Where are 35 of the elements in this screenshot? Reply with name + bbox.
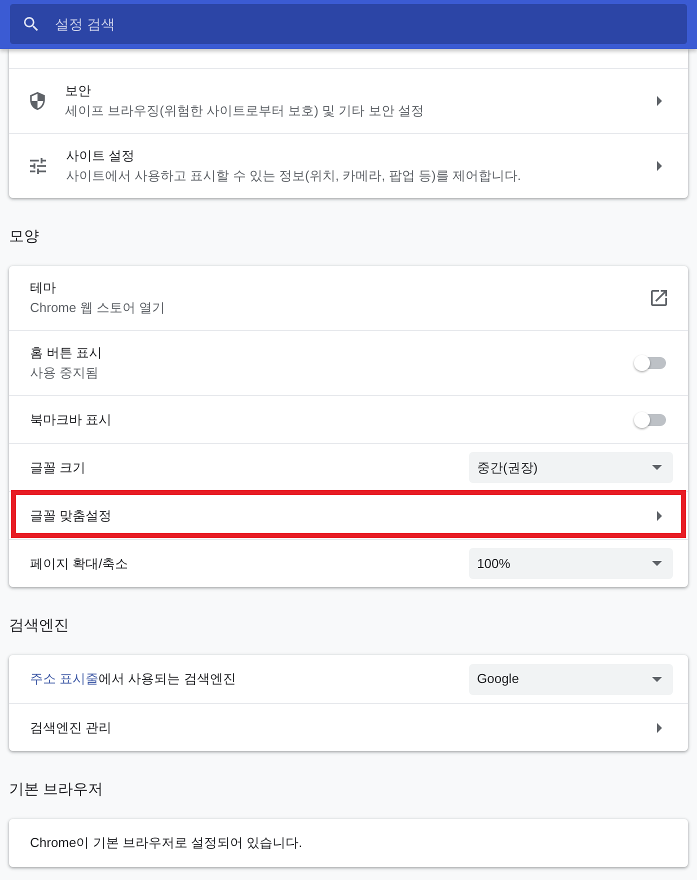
row-subtitle: 세이프 브라우징(위험한 사이트로부터 보호) 및 기타 보안 설정 xyxy=(65,102,424,120)
caret-right-icon[interactable] xyxy=(657,510,662,520)
row-title: 글꼴 크기 xyxy=(30,458,86,476)
row-title: 주소 표시줄에서 사용되는 검색엔진 xyxy=(30,670,236,688)
caret-down-icon xyxy=(652,676,662,682)
row-title: 검색엔진 관리 xyxy=(30,718,112,736)
dropdown[interactable]: 중간(권장) xyxy=(469,452,673,483)
dropdown[interactable]: Google xyxy=(469,664,673,694)
caret-right-icon[interactable] xyxy=(657,96,662,106)
dropdown[interactable]: 100% xyxy=(469,548,673,579)
toggle-switch[interactable] xyxy=(634,355,666,371)
shield-icon xyxy=(30,92,45,110)
row-title: 테마 xyxy=(30,279,56,297)
row-subtitle: 사용 중지됨 xyxy=(30,364,99,382)
caret-right-icon[interactable] xyxy=(657,161,662,171)
row-title: 홈 버튼 표시 xyxy=(30,344,102,362)
search-field[interactable]: 설정 검색 xyxy=(10,4,687,44)
row-title: 글꼴 맞춤설정 xyxy=(30,506,112,524)
section-heading: 검색엔진 xyxy=(9,616,69,636)
external-link-icon[interactable] xyxy=(651,290,667,306)
sliders-icon xyxy=(30,158,46,174)
section-heading: 모양 xyxy=(9,227,39,247)
link[interactable]: 주소 표시줄 xyxy=(30,671,99,686)
status-text: Chrome이 기본 브라우저로 설정되어 있습니다. xyxy=(30,834,302,852)
caret-down-icon xyxy=(652,561,662,566)
row-subtitle: 사이트에서 사용하고 표시할 수 있는 정보(위치, 카메라, 팝업 등)를 제어합니다. xyxy=(66,167,521,185)
toggle-switch[interactable] xyxy=(634,412,666,428)
row-title: 보안 xyxy=(65,82,91,100)
row-title: 북마크바 표시 xyxy=(30,410,112,428)
row-title: 사이트 설정 xyxy=(66,147,135,165)
row-title: 페이지 확대/축소 xyxy=(30,554,128,572)
caret-down-icon xyxy=(652,465,662,470)
section-heading: 기본 브라우저 xyxy=(9,780,104,800)
caret-right-icon[interactable] xyxy=(657,722,662,732)
row-subtitle: Chrome 웹 스토어 열기 xyxy=(30,299,166,317)
